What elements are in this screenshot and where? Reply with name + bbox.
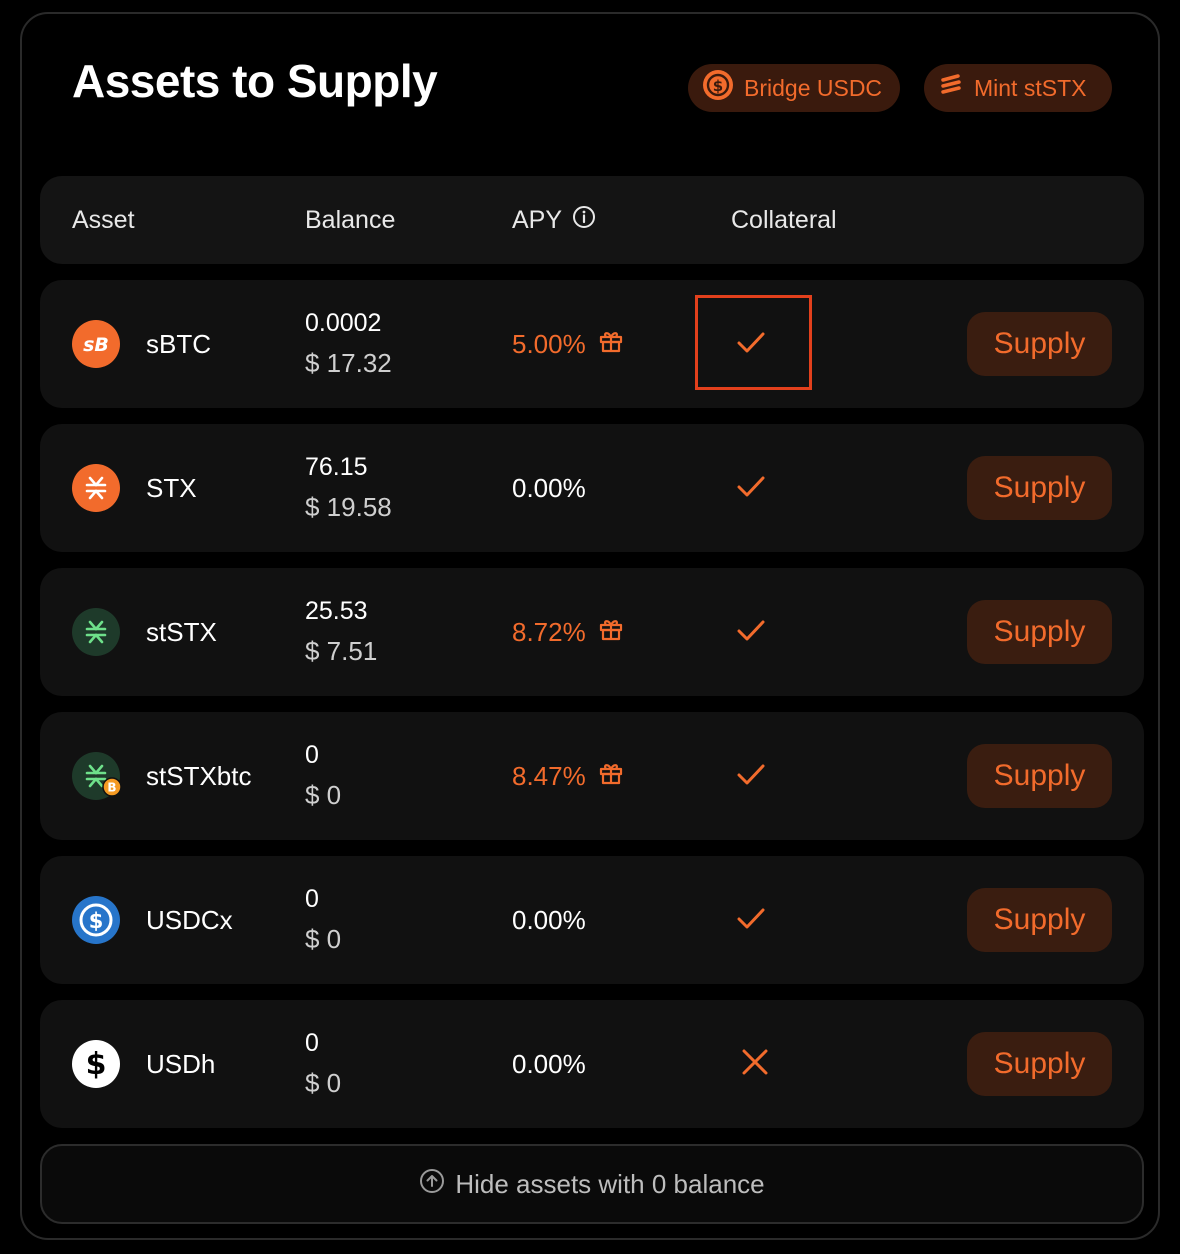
sbtc-icon: sB [72,320,120,368]
table-row: stSTX 25.53 $ 7.51 8.72% Supply [40,568,1144,696]
balance-cell: 0 $ 0 [305,856,341,984]
asset-name: USDCx [146,904,233,935]
svg-text:$: $ [86,1047,107,1082]
table-row: STX 76.15 $ 19.58 0.00% Supply [40,424,1144,552]
balance-usd: $ 7.51 [305,636,378,666]
stacking-logo-icon [938,72,964,104]
table-row: sB sBTC 0.0002 $ 17.32 5.00% Supply [40,280,1144,408]
asset-name: stSTX [146,616,217,647]
assets-to-supply-panel: Assets to Supply $ Bridge USDC Mint stST… [20,12,1160,1240]
collateral-cell [734,856,768,984]
page-title: Assets to Supply [72,55,438,107]
usdc-icon: $ [702,69,734,107]
mint-ststx-label: Mint stSTX [974,74,1087,101]
header-apy: APY [512,176,596,264]
gift-icon[interactable] [598,616,624,649]
ststx-icon [72,608,120,656]
balance-usd: $ 17.32 [305,348,392,378]
header-balance: Balance [305,205,396,234]
gift-icon[interactable] [598,328,624,361]
header-collateral: Collateral [731,205,837,234]
apy-cell: 0.00% [512,1000,586,1128]
info-icon[interactable] [572,205,596,236]
highlight-box [695,295,812,390]
table-row: B stSTXbtc 0 $ 0 8.47% Supply [40,712,1144,840]
apy-value: 0.00% [512,1048,586,1079]
balance-usd: $ 0 [305,924,342,954]
supply-button[interactable]: Supply [967,600,1112,664]
balance-cell: 76.15 $ 19.58 [305,424,392,552]
asset-name: sBTC [146,328,211,359]
collateral-cell [734,424,768,552]
mint-ststx-button[interactable]: Mint stSTX [924,64,1112,112]
balance-amount: 0 [305,885,319,913]
apy-cell: 0.00% [512,424,586,552]
supply-button[interactable]: Supply [967,312,1112,376]
asset-cell: STX [72,424,197,552]
asset-name: USDh [146,1048,216,1079]
check-icon[interactable] [734,901,768,940]
svg-text:B: B [107,781,116,795]
balance-amount: 25.53 [305,597,368,625]
close-icon[interactable] [738,1045,772,1084]
bitcoin-badge-icon: B [102,777,122,802]
supply-button[interactable]: Supply [967,1032,1112,1096]
asset-cell: stSTX [72,568,217,696]
apy-value: 5.00% [512,328,586,359]
hide-zero-balance-button[interactable]: Hide assets with 0 balance [40,1144,1144,1224]
collateral-cell [734,568,768,696]
apy-cell: 0.00% [512,856,586,984]
apy-value: 8.47% [512,760,586,791]
asset-cell: B stSTXbtc [72,712,251,840]
balance-cell: 25.53 $ 7.51 [305,568,377,696]
balance-cell: 0 $ 0 [305,712,341,840]
apy-value: 8.72% [512,616,586,647]
gift-icon[interactable] [598,760,624,793]
arrow-up-circle-icon [419,1168,445,1201]
collateral-cell [734,712,768,840]
apy-value: 0.00% [512,472,586,503]
supply-button[interactable]: Supply [967,456,1112,520]
table-row: $ USDCx 0 $ 0 0.00% Supply [40,856,1144,984]
asset-name: STX [146,472,197,503]
check-icon[interactable] [734,613,768,652]
apy-cell: 8.47% [512,712,624,840]
balance-amount: 76.15 [305,453,368,481]
asset-cell: sB sBTC [72,280,211,408]
asset-cell: $ USDCx [72,856,233,984]
usdcx-icon: $ [72,896,120,944]
balance-usd: $ 0 [305,780,342,810]
stx-icon [72,464,120,512]
table-header: Asset Balance APY Collateral [40,176,1144,264]
header-apy-label: APY [512,205,563,234]
asset-cell: $ USDh [72,1000,215,1128]
svg-text:$: $ [713,77,723,95]
balance-cell: 0.0002 $ 17.32 [305,280,392,408]
balance-amount: 0 [305,741,319,769]
check-icon[interactable] [734,469,768,508]
bridge-usdc-button[interactable]: $ Bridge USDC [688,64,900,112]
apy-cell: 5.00% [512,280,624,408]
balance-amount: 0 [305,1029,319,1057]
balance-usd: $ 0 [305,1068,342,1098]
apy-cell: 8.72% [512,568,624,696]
apy-value: 0.00% [512,904,586,935]
supply-button[interactable]: Supply [967,744,1112,808]
header-asset: Asset [72,205,135,234]
check-icon[interactable] [734,757,768,796]
svg-text:$: $ [89,909,104,933]
balance-usd: $ 19.58 [305,492,392,522]
asset-name: stSTXbtc [146,760,252,791]
supply-button[interactable]: Supply [967,888,1112,952]
balance-amount: 0.0002 [305,309,382,337]
ststxbtc-icon: B [72,752,122,802]
hide-zero-balance-label: Hide assets with 0 balance [455,1168,765,1199]
svg-text:sB: sB [83,334,109,356]
balance-cell: 0 $ 0 [305,1000,341,1128]
collateral-cell [734,1000,772,1128]
usdh-icon: $ [72,1040,120,1088]
bridge-usdc-label: Bridge USDC [744,74,883,101]
table-row: $ USDh 0 $ 0 0.00% Supply [40,1000,1144,1128]
